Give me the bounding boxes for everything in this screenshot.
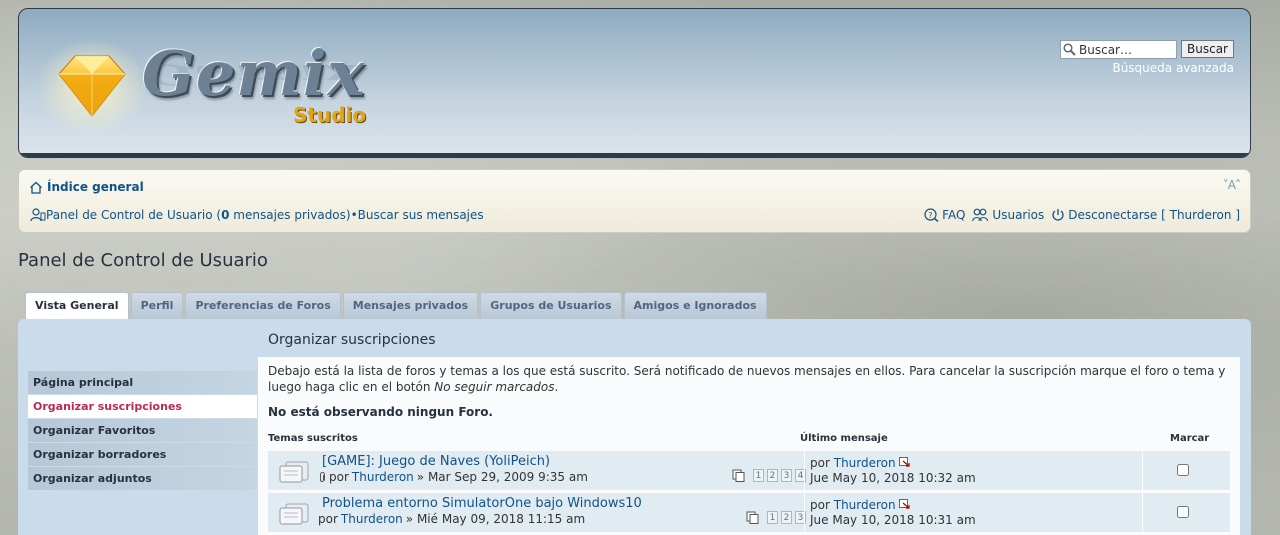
tab-board-preferences[interactable]: Preferencias de Foros [185, 292, 341, 319]
author-link[interactable]: Thurderon [341, 512, 403, 526]
nav-right-links: ? FAQ Usuarios Desconectarse [ Thurderon… [924, 208, 1240, 222]
font-size-control[interactable]: ˅A˄ [1223, 178, 1241, 192]
mark-checkbox-wrap [1177, 506, 1190, 519]
last-post-info: por Thurderon Jue May 10, 2018 10:32 am [810, 456, 976, 486]
topic-row: [GAME]: Juego de Naves (YoliPeich) por T… [268, 451, 1230, 491]
column-last-post: Último mensaje [800, 433, 888, 444]
subscriptions-content: Debajo está la lista de foros y temas a … [258, 357, 1240, 535]
topic-date: » Mié May 09, 2018 11:15 am [405, 512, 586, 526]
nav-user-links: Panel de Control de Usuario (0 mensajes … [30, 208, 484, 222]
site-header: Gemix Gemix Studio Buscar Búsqueda avanz… [18, 8, 1251, 158]
tab-user-groups[interactable]: Grupos de Usuarios [480, 292, 622, 319]
search-box: Buscar Búsqueda avanzada [1060, 40, 1234, 75]
description-text: Debajo está la lista de foros y temas a … [268, 364, 1226, 394]
sidebar-item-bookmarks[interactable]: Organizar Favoritos [28, 419, 257, 442]
mark-checkbox[interactable] [1177, 464, 1189, 476]
bullet-separator: • [350, 208, 358, 222]
pages-icon [746, 511, 759, 524]
pages-icon [732, 469, 745, 482]
search-own-posts-link[interactable]: Buscar sus mensajes [358, 208, 484, 222]
view-latest-post-icon[interactable] [899, 457, 911, 467]
faq-link[interactable]: FAQ [942, 208, 965, 222]
last-author-link[interactable]: Thurderon [834, 456, 896, 470]
mark-checkbox-wrap [1177, 464, 1190, 477]
page-link[interactable]: 2 [767, 469, 778, 482]
logo-reflection: Gemix [142, 58, 361, 91]
ucp-label: Panel de Control de Usuario ( [46, 208, 222, 222]
svg-text:?: ? [928, 211, 932, 220]
tab-overview[interactable]: Vista General [25, 292, 129, 320]
page-title: Panel de Control de Usuario [18, 250, 268, 271]
column-divider [1142, 451, 1143, 491]
topic-row: Problema entorno SimulatorOne bajo Windo… [268, 493, 1230, 533]
last-post-date: Jue May 10, 2018 10:31 am [810, 513, 976, 527]
topic-date: » Mar Sep 29, 2009 9:35 am [416, 470, 588, 484]
author-link[interactable]: Thurderon [352, 470, 414, 484]
logout-link[interactable]: Desconectarse [ Thurderon ] [1068, 208, 1240, 222]
view-latest-post-icon[interactable] [899, 499, 911, 509]
topic-title-link[interactable]: [GAME]: Juego de Naves (YoliPeich) [322, 454, 550, 469]
last-post-info: por Thurderon Jue May 10, 2018 10:31 am [810, 498, 976, 528]
topic-read-icon [279, 461, 309, 483]
page-link[interactable]: 3 [781, 469, 792, 482]
by-label: por [329, 470, 349, 484]
user-panel-icon [30, 208, 46, 222]
power-icon [1052, 209, 1064, 221]
search-input[interactable] [1076, 42, 1175, 57]
topic-read-icon [279, 503, 309, 525]
last-by-label: por [810, 456, 830, 470]
sidebar-item-attachments[interactable]: Organizar adjuntos [28, 467, 257, 490]
pm-label: mensajes privados) [229, 208, 351, 222]
search-field[interactable] [1060, 40, 1178, 59]
home-label: Índice general [47, 180, 144, 194]
search-button[interactable]: Buscar [1181, 40, 1234, 58]
description-button-name: No seguir marcados [434, 380, 555, 394]
users-icon [972, 208, 989, 222]
no-forum-message: No está observando ningun Foro. [268, 405, 493, 419]
home-link[interactable]: Índice general [29, 180, 144, 194]
topic-byline: por Thurderon » Mar Sep 29, 2009 9:35 am [318, 470, 588, 484]
topic-byline: por Thurderon » Mié May 09, 2018 11:15 a… [318, 512, 585, 526]
section-title: Organizar suscripciones [268, 332, 436, 348]
logo-subtext: Studio [293, 103, 367, 127]
topic-list-header: Temas suscritos Último mensaje Marcar [268, 433, 1230, 449]
users-link[interactable]: Usuarios [992, 208, 1044, 222]
attachment-icon [320, 471, 325, 482]
home-icon [30, 181, 42, 194]
magnifier-icon [1063, 43, 1076, 56]
tab-friends-foes[interactable]: Amigos e Ignorados [623, 292, 767, 319]
column-divider [804, 451, 805, 491]
last-author-link[interactable]: Thurderon [834, 498, 896, 512]
column-divider [1142, 493, 1143, 533]
advanced-search-link[interactable]: Búsqueda avanzada [1060, 61, 1234, 75]
page-link[interactable]: 1 [767, 511, 778, 524]
by-label: por [318, 512, 338, 526]
tab-profile[interactable]: Perfil [130, 292, 184, 319]
description: Debajo está la lista de foros y temas a … [268, 363, 1228, 395]
sidebar-item-subscriptions[interactable]: Organizar suscripciones [28, 395, 257, 418]
diamond-logo-icon [37, 38, 147, 134]
mark-checkbox[interactable] [1177, 506, 1189, 518]
column-topics: Temas suscritos [268, 433, 358, 444]
description-end: . [554, 380, 559, 394]
page-link[interactable]: 2 [781, 511, 792, 524]
sidebar-item-drafts[interactable]: Organizar borradores [28, 443, 257, 466]
tab-private-messages[interactable]: Mensajes privados [342, 292, 479, 319]
pagination: 1 2 3 [746, 511, 806, 524]
sidebar-item-front-page[interactable]: Página principal [28, 371, 257, 394]
side-menu: Página principal Organizar suscripciones… [28, 371, 257, 491]
topic-title-link[interactable]: Problema entorno SimulatorOne bajo Windo… [322, 496, 642, 511]
ucp-link[interactable]: Panel de Control de Usuario (0 mensajes … [46, 208, 351, 222]
navbar: Índice general ˅A˄ Panel de Control de U… [18, 169, 1251, 233]
last-by-label: por [810, 498, 830, 512]
column-divider [804, 493, 805, 533]
pagination: 1 2 3 4 [732, 469, 806, 482]
column-mark: Marcar [1170, 433, 1210, 444]
faq-icon: ? [924, 208, 939, 222]
ucp-tabs: Vista General Perfil Preferencias de For… [25, 292, 767, 320]
last-post-date: Jue May 10, 2018 10:32 am [810, 471, 976, 485]
page-link[interactable]: 1 [753, 469, 764, 482]
